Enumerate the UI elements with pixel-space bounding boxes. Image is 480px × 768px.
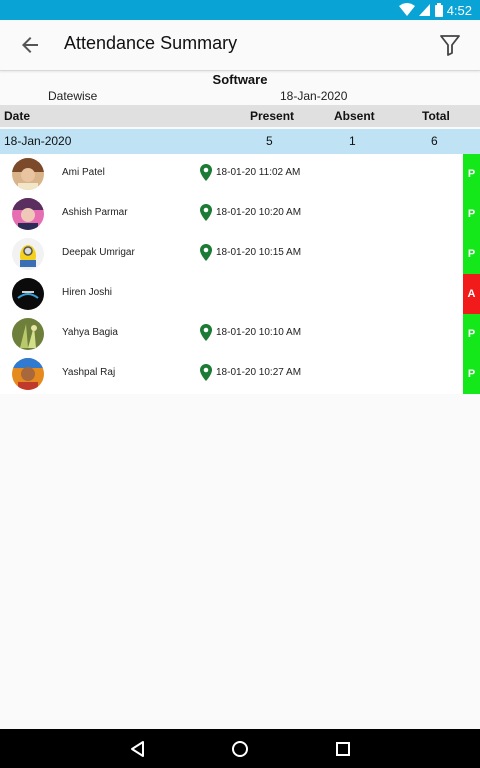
status-badge: A <box>463 274 480 314</box>
signal-icon <box>418 4 430 16</box>
avatar <box>12 158 44 190</box>
check-in-time: 18-01-20 11:02 AM <box>216 167 301 178</box>
app-bar: Attendance Summary <box>0 20 480 71</box>
summary-present: 5 <box>266 134 273 148</box>
header-present: Present <box>250 109 295 123</box>
status-badge: P <box>463 154 480 194</box>
employee-name: Ashish Parmar <box>62 207 128 218</box>
status-time: 4:52 <box>446 2 472 18</box>
list-item[interactable]: Yahya Bagia 18-01-20 10:10 AM P <box>0 314 480 354</box>
filter-icon[interactable] <box>439 33 461 57</box>
header-absent: Absent <box>334 109 375 123</box>
recents-square-icon[interactable] <box>334 740 352 758</box>
location-pin-icon[interactable] <box>200 244 212 261</box>
summary-total: 6 <box>431 134 438 148</box>
list-item[interactable]: Yashpal Raj 18-01-20 10:27 AM P <box>0 354 480 394</box>
battery-icon <box>434 3 443 17</box>
wifi-icon <box>398 3 415 16</box>
home-circle-icon[interactable] <box>231 740 249 758</box>
header-date: Date <box>4 109 31 123</box>
check-in-time: 18-01-20 10:15 AM <box>216 247 302 258</box>
summary-date: 18-Jan-2020 <box>4 134 72 148</box>
list-item[interactable]: Deepak Umrigar 18-01-20 10:15 AM P <box>0 234 480 274</box>
page-title: Attendance Summary <box>64 33 238 53</box>
status-bar: 4:52 <box>0 0 480 20</box>
employee-name: Yashpal Raj <box>62 367 116 378</box>
location-pin-icon[interactable] <box>200 364 212 381</box>
header-total: Total <box>422 109 450 123</box>
status-icons: 4:52 <box>398 0 472 20</box>
check-in-time: 18-01-20 10:20 AM <box>216 207 302 218</box>
datewise-row: Datewise 18-Jan-2020 <box>0 89 480 104</box>
avatar <box>12 198 44 230</box>
list-item[interactable]: Hiren Joshi A <box>0 274 480 314</box>
department-title: Software <box>212 72 268 87</box>
avatar <box>12 278 44 310</box>
back-arrow-icon[interactable] <box>18 33 42 57</box>
employee-name: Deepak Umrigar <box>62 247 135 258</box>
employee-name: Hiren Joshi <box>62 287 113 298</box>
employee-list: Ami Patel 18-01-20 11:02 AM P Ashish Par… <box>0 154 480 394</box>
list-item[interactable]: Ashish Parmar 18-01-20 10:20 AM P <box>0 194 480 234</box>
status-badge: P <box>463 354 480 394</box>
check-in-time: 18-01-20 10:27 AM <box>216 367 302 378</box>
location-pin-icon[interactable] <box>200 324 212 341</box>
status-badge: P <box>463 234 480 274</box>
navigation-bar <box>0 729 480 768</box>
employee-name: Yahya Bagia <box>62 327 118 338</box>
avatar <box>12 318 44 350</box>
location-pin-icon[interactable] <box>200 204 212 221</box>
summary-row[interactable]: 18-Jan-2020 5 1 6 <box>0 129 480 154</box>
location-pin-icon[interactable] <box>200 164 212 181</box>
status-badge: P <box>463 194 480 234</box>
list-item[interactable]: Ami Patel 18-01-20 11:02 AM P <box>0 154 480 194</box>
status-badge: P <box>463 314 480 354</box>
employee-name: Ami Patel <box>62 167 105 178</box>
table-header: Date Present Absent Total <box>0 105 480 127</box>
avatar <box>12 358 44 390</box>
avatar <box>12 238 44 270</box>
back-triangle-icon[interactable] <box>129 740 147 758</box>
check-in-time: 18-01-20 10:10 AM <box>216 327 302 338</box>
summary-absent: 1 <box>349 134 356 148</box>
selected-date: 18-Jan-2020 <box>280 89 348 103</box>
datewise-label: Datewise <box>48 89 98 103</box>
